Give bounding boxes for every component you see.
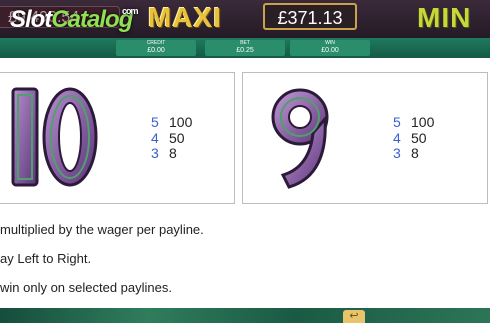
ten-pay-row-5: 5 100	[151, 114, 193, 130]
rule-text-3: win only on selected paylines.	[0, 280, 172, 295]
win-field: WIN £0.00	[290, 40, 370, 56]
ten-payouts: 5 100 4 50 38	[151, 114, 193, 162]
nine-pay-row-5: 5 100	[393, 114, 435, 130]
watermark-com: com	[122, 6, 138, 16]
maxi-jackpot-label: MAXI	[148, 2, 222, 33]
top-banner: £9,496.54 SlotCatalog com MAXI £371.13 M…	[0, 0, 490, 38]
slotcatalog-watermark: SlotCatalog com	[10, 6, 138, 34]
win-value: £0.00	[321, 47, 339, 54]
credit-field: CREDIT £0.00	[116, 40, 196, 56]
credit-value: £0.00	[147, 47, 165, 54]
paytable-card-ten: 5 100 4 50 38	[0, 72, 235, 204]
nine-payouts: 5 100 4 50 38	[393, 114, 435, 162]
ten-pay-row-4: 4 50	[151, 129, 185, 146]
watermark-catalog: Catalog	[51, 6, 133, 33]
bet-value: £0.25	[236, 47, 254, 54]
ten-pay-row-3: 38	[151, 145, 177, 161]
rule-text-2: ay Left to Right.	[0, 251, 92, 266]
maxi-jackpot-amount: £371.13	[263, 3, 357, 30]
nine-symbol-icon	[271, 88, 329, 189]
nine-pay-row-4: 4 50	[393, 129, 427, 146]
rule-text-1: multiplied by the wager per payline.	[0, 222, 204, 237]
bottom-bar	[0, 308, 490, 323]
mini-jackpot-label: MIN	[417, 2, 472, 33]
paytable-page: 5 100 4 50 38 5 100 4 50 38 multiplied by th…	[0, 58, 490, 310]
ten-symbol-icon	[11, 87, 98, 187]
nine-pay-row-3: 38	[393, 145, 419, 161]
bet-field[interactable]: BET £0.25	[205, 40, 285, 56]
watermark-slot: Slot	[10, 6, 52, 33]
paytable-card-nine: 5 100 4 50 38	[242, 72, 488, 204]
back-arrow-icon[interactable]: ↩	[343, 310, 365, 323]
